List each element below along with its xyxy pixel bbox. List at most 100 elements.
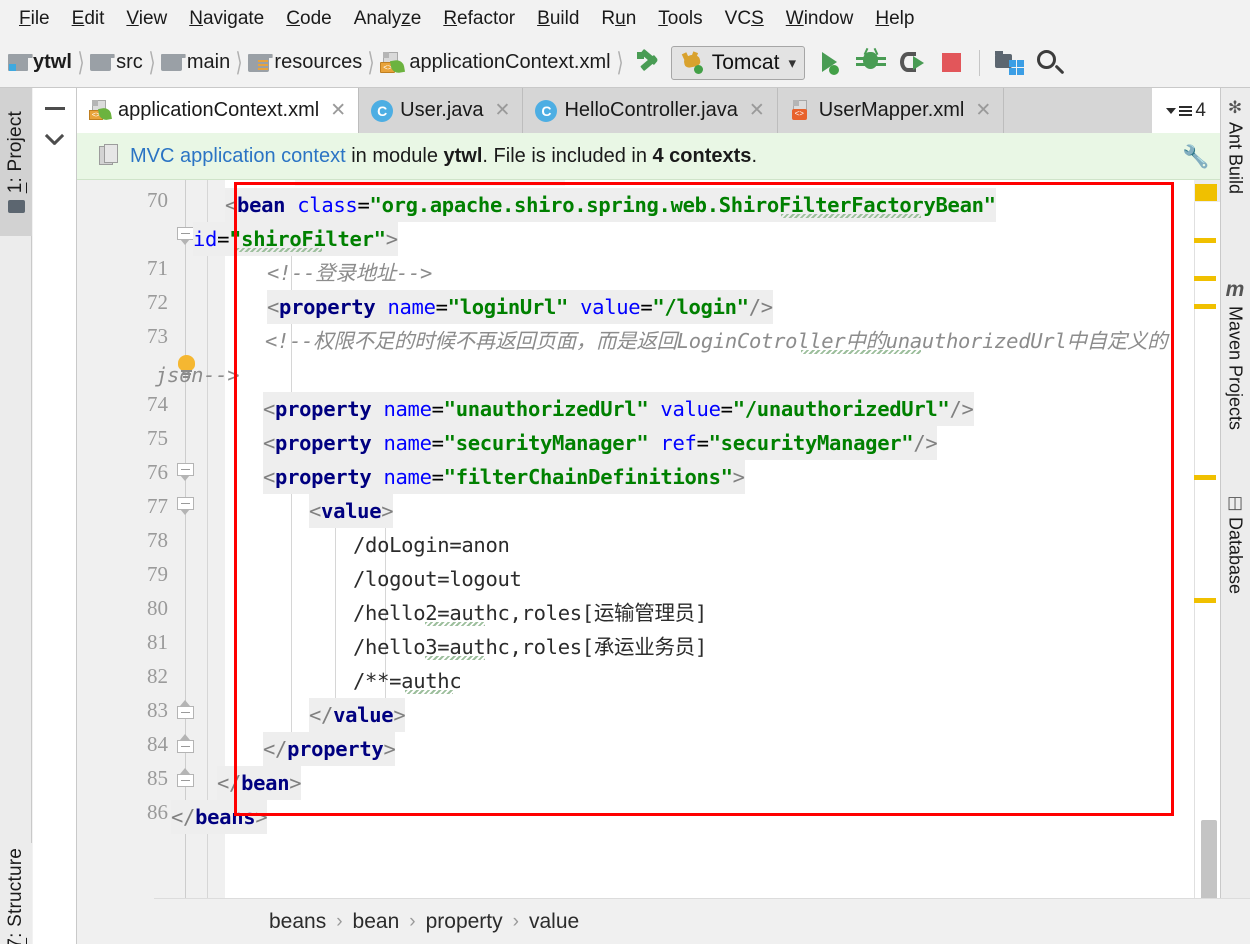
line-number: 77: [147, 494, 168, 518]
navbar-crumb-file[interactable]: <> applicationContext.xml: [378, 51, 612, 74]
tab-applicationcontext-xml[interactable]: <> applicationContext.xml ✕: [77, 88, 360, 133]
code-line-76: <property name="filterChainDefinitions">: [263, 460, 745, 494]
tab-label: applicationContext.xml: [118, 99, 320, 121]
error-stripe-marker-bar[interactable]: [1194, 180, 1220, 944]
line-number: 73: [147, 324, 168, 348]
spring-xml-file-icon: <>: [89, 100, 112, 121]
sidebar-item-maven-projects[interactable]: m Maven Projects: [1220, 278, 1250, 430]
code-line-71: <!--登录地址-->: [267, 261, 433, 285]
menu-item-refactor[interactable]: Refactor: [432, 6, 526, 32]
menu-item-code[interactable]: Code: [275, 6, 342, 32]
line-number: 82: [147, 664, 168, 688]
line-number: 74: [147, 392, 168, 416]
search-everywhere-button[interactable]: [1031, 46, 1065, 80]
line-number: 79: [147, 562, 168, 586]
code-editor[interactable]: 70 71 72 73 74 75 76 77 78 79 80 81 82 8…: [77, 180, 1220, 944]
menu-item-build[interactable]: Build: [526, 6, 590, 32]
navbar-crumb-module[interactable]: ytwl: [6, 51, 74, 74]
fold-marker-end[interactable]: [177, 768, 194, 791]
fold-marker[interactable]: [177, 463, 194, 481]
chevron-right-icon: ›: [512, 910, 519, 932]
banner-context-count: 4 contexts: [652, 144, 752, 167]
breadcrumb-item-value[interactable]: value: [529, 910, 579, 934]
tab-label: UserMapper.xml: [818, 99, 965, 121]
ant-icon: ✻: [1227, 98, 1243, 117]
chevron-right-icon: ›: [409, 910, 416, 932]
line-number: 84: [147, 732, 168, 756]
breadcrumb-item-beans[interactable]: beans: [269, 910, 326, 934]
breadcrumb-item-property[interactable]: property: [426, 910, 503, 934]
banner-message: MVC application context in module ytwl. …: [130, 145, 757, 168]
stripe-marker[interactable]: [1194, 475, 1216, 480]
line-number: 75: [147, 426, 168, 450]
stripe-marker[interactable]: [1194, 598, 1216, 603]
line-number: 70: [147, 188, 168, 212]
code-text-area[interactable]: <!--配置 shiro 过滤器--> <bean class="org.apa…: [155, 180, 1220, 944]
menu-item-edit[interactable]: Edit: [61, 6, 116, 32]
navbar-crumb-resources[interactable]: resources: [246, 51, 364, 74]
menu-item-analyze[interactable]: Analyze: [343, 6, 433, 32]
navbar-crumb-label: main: [186, 51, 231, 73]
banner-link[interactable]: MVC application context: [130, 145, 346, 167]
navbar-crumb-main[interactable]: main: [159, 51, 232, 74]
fold-marker-end[interactable]: [177, 700, 194, 723]
tab-usermapper-xml[interactable]: <> UserMapper.xml ✕: [778, 88, 1005, 133]
chevron-right-icon: ⟩: [616, 47, 624, 77]
chevron-down-icon[interactable]: [43, 128, 67, 152]
code-line-83: </value>: [309, 698, 406, 732]
fold-marker-end[interactable]: [177, 734, 194, 757]
sidebar-item-project[interactable]: 1: Project: [0, 88, 32, 236]
menu-item-help[interactable]: Help: [864, 6, 925, 32]
stripe-marker[interactable]: [1194, 238, 1216, 243]
stop-button[interactable]: [934, 46, 968, 80]
menu-item-view[interactable]: View: [115, 6, 178, 32]
close-icon[interactable]: ✕: [330, 99, 346, 122]
fold-marker[interactable]: [177, 227, 194, 245]
database-icon: ◫: [1226, 493, 1244, 512]
tab-overflow-button[interactable]: 4: [1152, 88, 1220, 133]
tab-user-java[interactable]: C User.java ✕: [359, 88, 524, 133]
chevron-right-icon: ⟩: [235, 47, 243, 77]
close-icon[interactable]: ✕: [975, 99, 991, 122]
stripe-marker[interactable]: [1194, 304, 1216, 309]
close-icon[interactable]: ✕: [749, 99, 765, 122]
tab-label: User.java: [400, 99, 484, 121]
inspection-status-indicator: [1195, 184, 1217, 201]
run-button[interactable]: [814, 46, 848, 80]
menu-item-window[interactable]: Window: [775, 6, 865, 32]
line-number: 83: [147, 698, 168, 722]
wrench-icon[interactable]: 🔧: [1182, 144, 1209, 169]
line-number: 76: [147, 460, 168, 484]
code-line-79: /logout=logout: [353, 567, 522, 591]
sidebar-item-database[interactable]: ◫ Database: [1220, 493, 1250, 594]
sidebar-item-ant-build[interactable]: ✻ Ant Build: [1220, 98, 1250, 194]
build-icon[interactable]: [635, 48, 665, 78]
close-icon[interactable]: ✕: [495, 99, 511, 122]
menu-item-file[interactable]: File: [8, 6, 61, 32]
breadcrumb-item-bean[interactable]: bean: [353, 910, 400, 934]
menu-item-tools[interactable]: Tools: [647, 6, 713, 32]
code-line-77: <value>: [309, 494, 394, 528]
run-with-coverage-button[interactable]: [894, 46, 928, 80]
sidebar-item-structure[interactable]: 7: Structure: [0, 843, 32, 944]
context-notification-banner: MVC application context in module ytwl. …: [77, 133, 1220, 180]
menu-item-vcs[interactable]: VCS: [714, 6, 775, 32]
menu-item-run[interactable]: Run: [590, 6, 647, 32]
resources-folder-icon: [248, 53, 274, 72]
tab-hellocontroller-java[interactable]: C HelloController.java ✕: [523, 88, 778, 133]
inspection-squiggle: [405, 690, 453, 694]
navbar-crumb-src[interactable]: src: [88, 51, 145, 74]
tomcat-icon: [680, 50, 706, 74]
code-line-78: /doLogin=anon: [353, 533, 510, 557]
run-configuration-name: Tomcat: [711, 50, 780, 74]
debug-button[interactable]: [854, 46, 888, 80]
fold-marker[interactable]: [177, 497, 194, 515]
right-tool-rail: ✻ Ant Build m Maven Projects ◫ Database: [1220, 88, 1250, 944]
collapse-all-button[interactable]: [45, 107, 65, 110]
run-configuration-selector[interactable]: Tomcat ▾: [670, 45, 805, 80]
project-structure-button[interactable]: [991, 46, 1025, 80]
list-icon: [1179, 105, 1193, 116]
stripe-marker[interactable]: [1194, 276, 1216, 281]
menu-item-navigate[interactable]: Navigate: [178, 6, 275, 32]
folder-icon: [7, 199, 25, 213]
